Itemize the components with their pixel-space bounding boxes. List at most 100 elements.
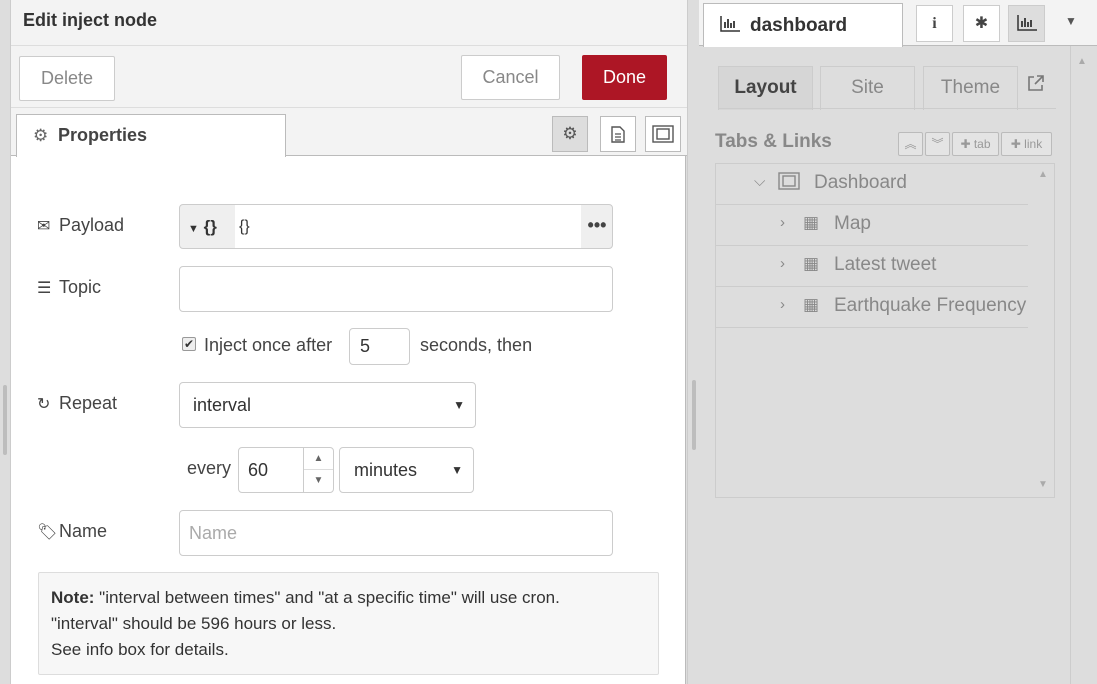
interval-count-value: 60 bbox=[248, 460, 269, 480]
tray-tabs-bar: ⚙ Properties ⚙ bbox=[11, 108, 687, 157]
repeat-select[interactable]: interval ▼ bbox=[179, 382, 476, 428]
info-tab-button[interactable]: i bbox=[916, 5, 953, 42]
add-tab-button[interactable]: ✚ tab bbox=[952, 132, 999, 156]
tree-item-group[interactable]: › ▦ Map bbox=[716, 205, 1028, 246]
table-icon: ▦ bbox=[803, 213, 820, 232]
payload-value-input[interactable]: {} bbox=[235, 205, 581, 248]
note-bold: Note: bbox=[51, 588, 95, 607]
payload-type-label: {} bbox=[203, 217, 217, 236]
topic-input[interactable] bbox=[179, 266, 613, 312]
sidebar-scrollbar[interactable]: ▲ bbox=[1070, 46, 1097, 684]
tag-icon: 🏷 bbox=[37, 524, 58, 541]
expand-all-button[interactable]: ︾ bbox=[925, 132, 950, 156]
chevron-down-icon[interactable]: ⌵ bbox=[754, 173, 765, 190]
angle-double-up-icon: ︽ bbox=[904, 137, 917, 151]
bar-chart-icon bbox=[720, 16, 740, 37]
tab-properties[interactable]: ⚙ Properties bbox=[16, 114, 286, 157]
tree-scroll-down-icon[interactable]: ▼ bbox=[1038, 479, 1048, 490]
bar-chart-icon bbox=[1016, 15, 1037, 31]
spinner-up-icon[interactable]: ▲ bbox=[304, 448, 333, 470]
bug-icon: ✱ bbox=[974, 15, 989, 32]
scroll-up-icon[interactable]: ▲ bbox=[1077, 56, 1087, 67]
tab-properties-label: Properties bbox=[58, 125, 148, 145]
tabs-links-title: Tabs & Links bbox=[715, 131, 832, 152]
appearance-tab-button[interactable] bbox=[645, 116, 681, 152]
every-label: every bbox=[187, 458, 232, 478]
file-icon bbox=[611, 126, 625, 143]
external-link-icon[interactable] bbox=[1027, 74, 1045, 97]
tray-title: Edit inject node bbox=[23, 10, 158, 30]
chevron-right-icon[interactable]: › bbox=[780, 296, 785, 313]
tray-toolbar: Delete Cancel Done bbox=[11, 46, 687, 108]
tray-header: Edit inject node bbox=[11, 0, 687, 46]
tab-layout[interactable]: Layout bbox=[718, 66, 813, 110]
payload-typed-input: ▼ {} {} ••• bbox=[179, 204, 613, 249]
debug-tab-button[interactable]: ✱ bbox=[963, 5, 1000, 42]
sidebar-splitter[interactable] bbox=[687, 0, 699, 684]
tree-item-dashboard[interactable]: ⌵ Dashboard bbox=[716, 164, 1028, 205]
interval-units-value: minutes bbox=[354, 460, 418, 480]
repeat-label: ↻ Repeat bbox=[37, 393, 117, 414]
inject-once-seconds-input[interactable]: 5 bbox=[349, 328, 410, 365]
name-label: 🏷Name bbox=[37, 521, 107, 542]
tree-item-label: Map bbox=[834, 213, 871, 234]
interval-count-input[interactable]: 60 ▲ ▼ bbox=[238, 447, 334, 493]
collapse-all-button[interactable]: ︽ bbox=[898, 132, 923, 156]
tree-item-label: Dashboard bbox=[814, 172, 907, 193]
inject-once-label: Inject once after bbox=[204, 335, 333, 355]
spinner-down-icon[interactable]: ▼ bbox=[304, 470, 333, 492]
repeat-select-value: interval bbox=[193, 395, 252, 415]
tree-item-label: Latest tweet bbox=[834, 254, 937, 275]
description-tab-button[interactable] bbox=[600, 116, 636, 152]
envelope-icon: ✉ bbox=[37, 218, 51, 235]
delete-button[interactable]: Delete bbox=[19, 56, 115, 101]
done-button[interactable]: Done bbox=[582, 55, 667, 100]
caret-down-icon: ▼ bbox=[188, 223, 199, 235]
inject-once-suffix: seconds, then bbox=[420, 335, 533, 355]
sidebar-tab-dashboard[interactable]: dashboard bbox=[703, 3, 903, 47]
info-icon: i bbox=[932, 15, 937, 32]
interval-spinner[interactable]: ▲ ▼ bbox=[303, 448, 333, 492]
sidebar-header: dashboard i ✱ ▼ bbox=[699, 0, 1097, 47]
cancel-button[interactable]: Cancel bbox=[461, 55, 560, 100]
repeat-icon: ↻ bbox=[37, 396, 51, 413]
dashboard-tab-button[interactable] bbox=[1008, 5, 1045, 42]
gear-icon: ⚙ bbox=[33, 126, 49, 145]
tab-site[interactable]: Site bbox=[820, 66, 915, 110]
payload-type-select[interactable]: ▼ {} bbox=[180, 205, 235, 248]
sidebar-menu-caret-icon[interactable]: ▼ bbox=[1065, 14, 1077, 28]
name-input[interactable]: Name bbox=[179, 510, 613, 556]
inject-once-checkbox[interactable]: ✔ bbox=[182, 337, 196, 351]
payload-label-text: Payload bbox=[59, 215, 125, 235]
tabs-tree: ⌵ Dashboard › ▦ Map › ▦ Latest tweet › ▦… bbox=[715, 163, 1055, 498]
tree-item-group[interactable]: › ▦ Earthquake Frequency bbox=[716, 287, 1028, 328]
caret-down-icon: ▼ bbox=[451, 463, 463, 477]
tree-item-group[interactable]: › ▦ Latest tweet bbox=[716, 246, 1028, 287]
note-box: Note: "interval between times" and "at a… bbox=[38, 572, 659, 675]
name-label-text: Name bbox=[59, 521, 108, 541]
interval-units-select[interactable]: minutes ▼ bbox=[339, 447, 474, 493]
caret-down-icon: ▼ bbox=[453, 398, 465, 412]
repeat-label-text: Repeat bbox=[59, 393, 118, 413]
angle-double-down-icon: ︾ bbox=[931, 137, 944, 151]
payload-expand-button[interactable]: ••• bbox=[581, 205, 613, 248]
splitter-grip[interactable] bbox=[692, 380, 696, 450]
table-icon: ▦ bbox=[803, 295, 820, 314]
note-line-3: See info box for details. bbox=[51, 640, 229, 659]
resize-grip[interactable] bbox=[3, 385, 7, 455]
tree-scroll-up-icon[interactable]: ▲ bbox=[1038, 169, 1048, 180]
chevron-right-icon[interactable]: › bbox=[780, 214, 785, 231]
left-gutter bbox=[0, 0, 10, 684]
tasks-icon: ☰ bbox=[37, 280, 52, 297]
add-link-button[interactable]: ✚ link bbox=[1001, 132, 1052, 156]
node-settings-tab-button[interactable]: ⚙ bbox=[552, 116, 588, 152]
tree-item-label: Earthquake Frequency bbox=[834, 295, 1027, 316]
sidebar: dashboard i ✱ ▼ ▲ Layout Site Theme Tabs… bbox=[699, 0, 1097, 684]
chevron-right-icon[interactable]: › bbox=[780, 255, 785, 272]
payload-label: ✉ Payload bbox=[37, 215, 124, 236]
gear-icon: ⚙ bbox=[562, 124, 578, 143]
edit-tray: Edit inject node Delete Cancel Done ⚙ Pr… bbox=[10, 0, 687, 684]
topic-label-text: Topic bbox=[59, 277, 102, 297]
object-group-icon bbox=[778, 172, 800, 195]
tab-theme[interactable]: Theme bbox=[923, 66, 1018, 110]
